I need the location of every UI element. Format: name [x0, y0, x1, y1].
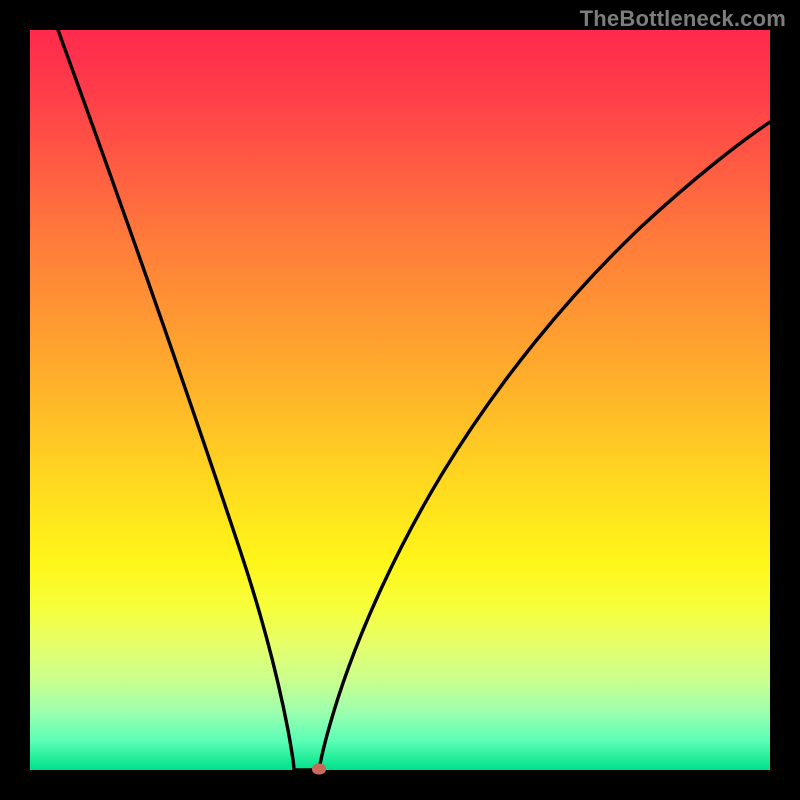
curve-path	[58, 30, 770, 770]
minimum-marker	[312, 764, 326, 775]
watermark-text: TheBottleneck.com	[580, 6, 786, 32]
chart-frame: TheBottleneck.com	[0, 0, 800, 800]
plot-area	[30, 30, 770, 770]
bottleneck-curve	[30, 30, 770, 770]
